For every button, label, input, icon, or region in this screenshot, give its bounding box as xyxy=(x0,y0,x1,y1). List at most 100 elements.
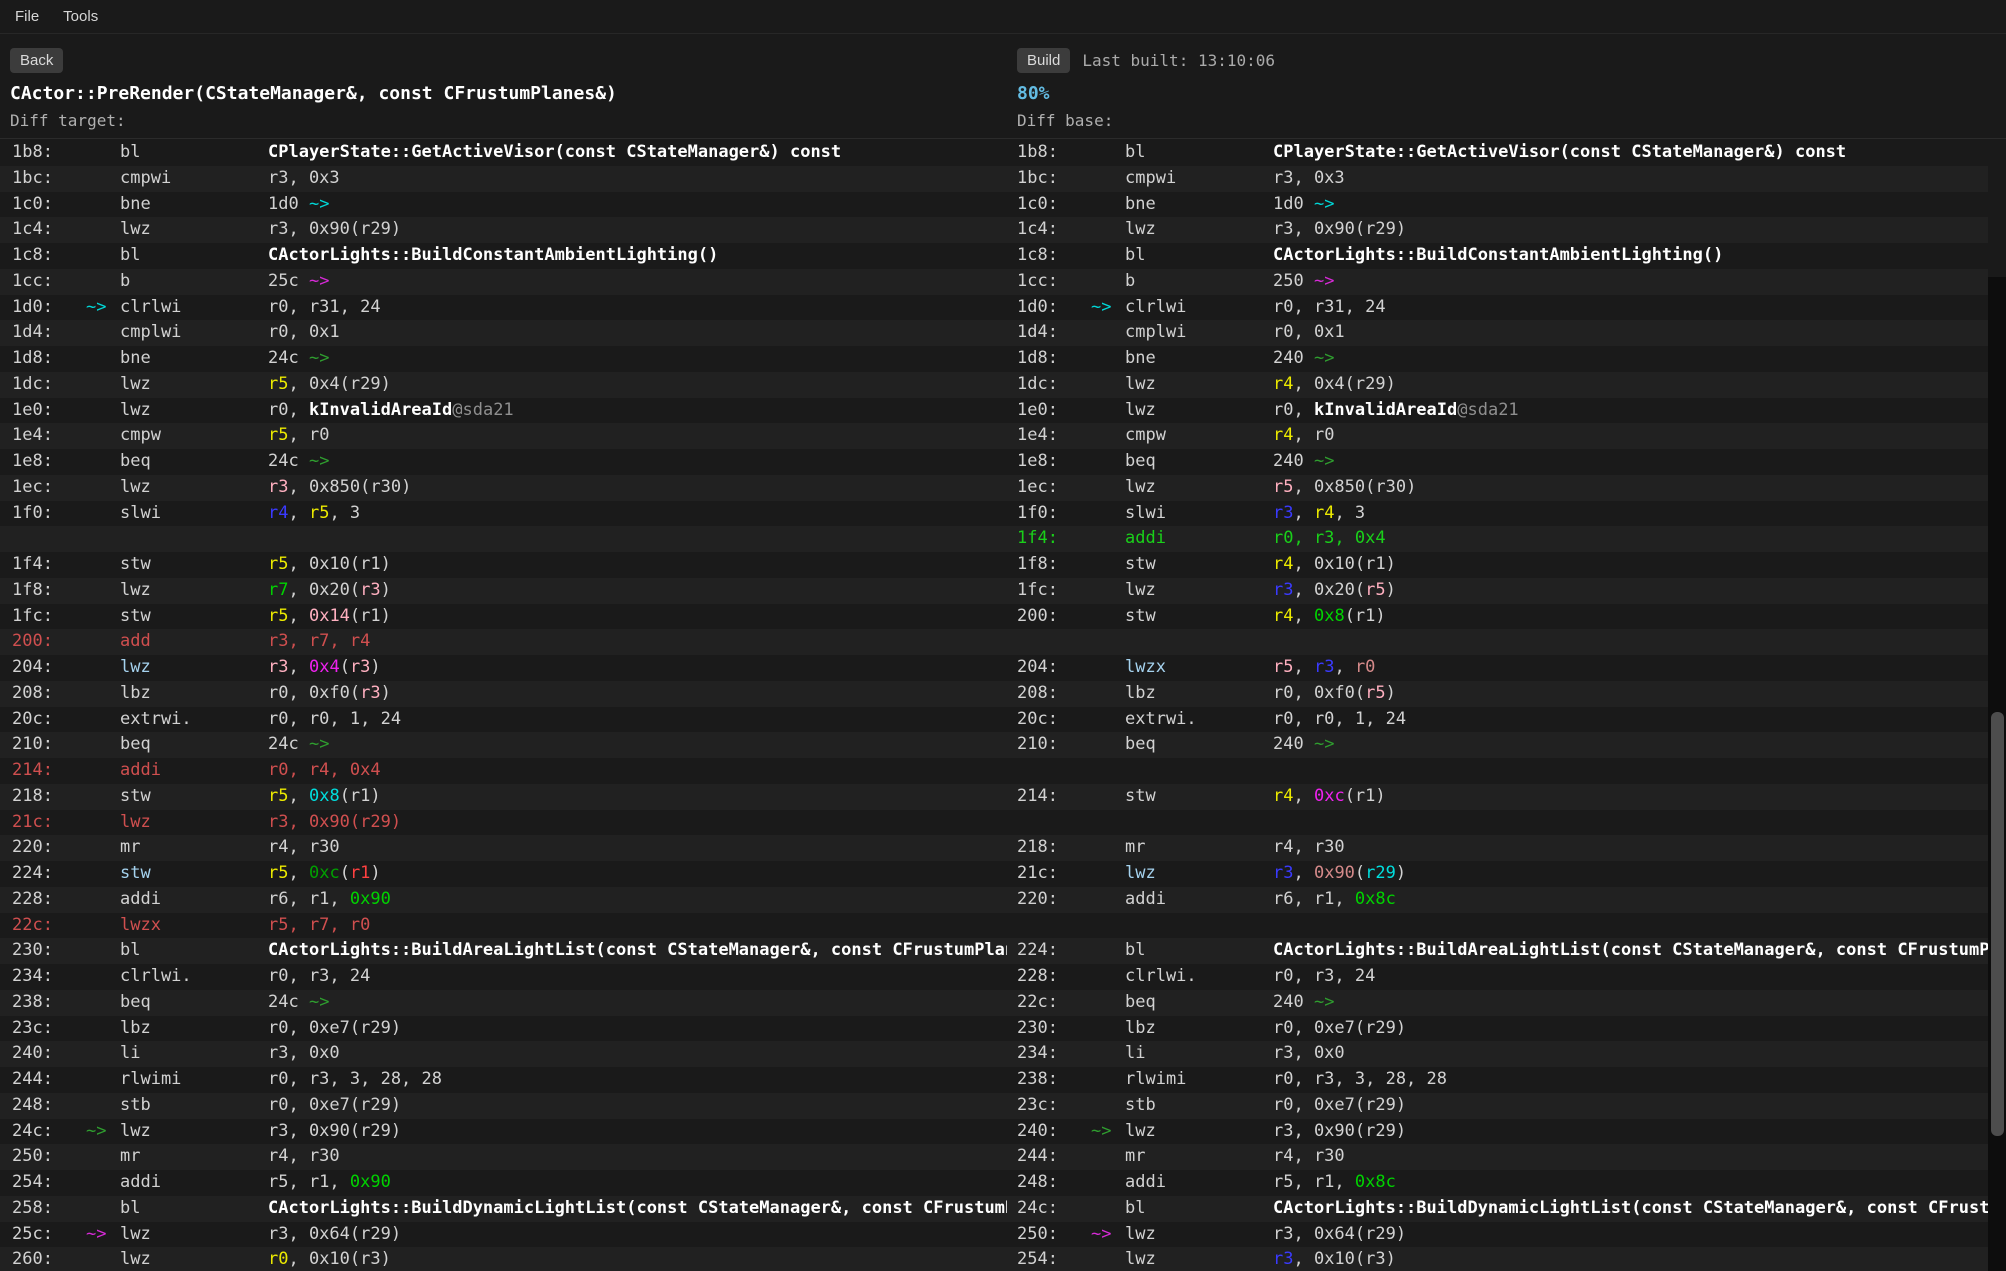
asm-row[interactable]: 240:~>lwzr3, 0x90(r29) xyxy=(1007,1119,1988,1145)
asm-row[interactable]: 1f4:addir0, r3, 0x4 xyxy=(1007,526,1988,552)
asm-row[interactable]: 1b8:blCPlayerState::GetActiveVisor(const… xyxy=(1007,140,1988,166)
asm-address: 204: xyxy=(12,655,86,681)
asm-row[interactable]: 1d4:cmplwir0, 0x1 xyxy=(1007,320,1988,346)
asm-mnemonic: lwz xyxy=(1125,217,1273,243)
asm-row[interactable]: 23c:lbzr0, 0xe7(r29) xyxy=(0,1016,1007,1042)
asm-mnemonic: addi xyxy=(120,1170,268,1196)
asm-row[interactable]: 1d0:~>clrlwir0, r31, 24 xyxy=(1007,295,1988,321)
asm-row[interactable]: 1fc:stwr5, 0x14(r1) xyxy=(0,604,1007,630)
asm-operand: @sda21 xyxy=(452,400,513,420)
asm-row[interactable]: 1e8:beq240 ~> xyxy=(1007,449,1988,475)
asm-row[interactable]: 218:mrr4, r30 xyxy=(1007,835,1988,861)
asm-row[interactable]: 228:addir6, r1, 0x90 xyxy=(0,887,1007,913)
asm-row[interactable]: 1e4:cmpwr5, r0 xyxy=(0,423,1007,449)
asm-row[interactable]: 254:lwzr3, 0x10(r3) xyxy=(1007,1247,1988,1271)
asm-row[interactable]: 210:beq24c ~> xyxy=(0,732,1007,758)
asm-row[interactable]: 1f4:stwr5, 0x10(r1) xyxy=(0,552,1007,578)
asm-row[interactable]: 20c:extrwi.r0, r0, 1, 24 xyxy=(1007,707,1988,733)
asm-row[interactable]: 210:beq240 ~> xyxy=(1007,732,1988,758)
build-button[interactable]: Build xyxy=(1017,48,1070,73)
asm-row[interactable]: 24c:~>lwzr3, 0x90(r29) xyxy=(0,1119,1007,1145)
asm-row[interactable]: 248:addir5, r1, 0x8c xyxy=(1007,1170,1988,1196)
asm-row[interactable]: 22c:lwzxr5, r7, r0 xyxy=(0,913,1007,939)
asm-row[interactable]: 1e0:lwzr0, kInvalidAreaId@sda21 xyxy=(1007,398,1988,424)
asm-row[interactable]: 1c0:bne1d0 ~> xyxy=(0,192,1007,218)
asm-row[interactable]: 200:addr3, r7, r4 xyxy=(0,629,1007,655)
asm-address: 1bc: xyxy=(1017,166,1091,192)
asm-row[interactable]: 1cc:b250 ~> xyxy=(1007,269,1988,295)
asm-row[interactable]: 244:mrr4, r30 xyxy=(1007,1144,1988,1170)
asm-row[interactable]: 208:lbzr0, 0xf0(r5) xyxy=(1007,681,1988,707)
asm-row[interactable]: 23c:stbr0, 0xe7(r29) xyxy=(1007,1093,1988,1119)
asm-address: 20c: xyxy=(1017,707,1091,733)
menu-item-file[interactable]: File xyxy=(6,4,48,29)
asm-row[interactable]: 220:mrr4, r30 xyxy=(0,835,1007,861)
asm-row[interactable]: 1f8:stwr4, 0x10(r1) xyxy=(1007,552,1988,578)
asm-row[interactable]: 1dc:lwzr5, 0x4(r29) xyxy=(0,372,1007,398)
asm-row[interactable]: 1b8:blCPlayerState::GetActiveVisor(const… xyxy=(0,140,1007,166)
asm-row[interactable]: 250:mrr4, r30 xyxy=(0,1144,1007,1170)
vertical-scrollbar[interactable] xyxy=(1988,277,2006,1271)
asm-row[interactable]: 1bc:cmpwir3, 0x3 xyxy=(1007,166,1988,192)
menu-item-tools[interactable]: Tools xyxy=(54,4,107,29)
asm-row[interactable]: 228:clrlwi.r0, r3, 24 xyxy=(1007,964,1988,990)
asm-row[interactable]: 21c:lwzr3, 0x90(r29) xyxy=(0,810,1007,836)
asm-row[interactable]: 1f0:slwir3, r4, 3 xyxy=(1007,501,1988,527)
asm-row[interactable]: 208:lbzr0, 0xf0(r3) xyxy=(0,681,1007,707)
asm-operand: 240 xyxy=(1273,451,1314,471)
asm-row[interactable]: 250:~>lwzr3, 0x64(r29) xyxy=(1007,1222,1988,1248)
asm-row[interactable]: 224:stwr5, 0xc(r1) xyxy=(0,861,1007,887)
asm-row[interactable]: 260:lwzr0, 0x10(r3) xyxy=(0,1247,1007,1271)
asm-row[interactable]: 238:rlwimir0, r3, 3, 28, 28 xyxy=(1007,1067,1988,1093)
asm-row[interactable]: 214:stwr4, 0xc(r1) xyxy=(1007,784,1988,810)
asm-row[interactable]: 258:blCActorLights::BuildDynamicLightLis… xyxy=(0,1196,1007,1222)
asm-row[interactable]: 1f8:lwzr7, 0x20(r3) xyxy=(0,578,1007,604)
asm-row[interactable]: 1d4:cmplwir0, 0x1 xyxy=(0,320,1007,346)
asm-row[interactable]: 230:lbzr0, 0xe7(r29) xyxy=(1007,1016,1988,1042)
asm-row[interactable]: 1c0:bne1d0 ~> xyxy=(1007,192,1988,218)
asm-row[interactable]: 224:blCActorLights::BuildAreaLightList(c… xyxy=(1007,938,1988,964)
asm-row[interactable]: 220:addir6, r1, 0x8c xyxy=(1007,887,1988,913)
asm-row[interactable]: 25c:~>lwzr3, 0x64(r29) xyxy=(0,1222,1007,1248)
asm-row[interactable]: 1bc:cmpwir3, 0x3 xyxy=(0,166,1007,192)
asm-row[interactable]: 1f0:slwir4, r5, 3 xyxy=(0,501,1007,527)
asm-row[interactable]: 1e4:cmpwr4, r0 xyxy=(1007,423,1988,449)
asm-row[interactable]: 1d8:bne24c ~> xyxy=(0,346,1007,372)
asm-row[interactable]: 24c:blCActorLights::BuildDynamicLightLis… xyxy=(1007,1196,1988,1222)
asm-row[interactable]: 20c:extrwi.r0, r0, 1, 24 xyxy=(0,707,1007,733)
asm-row-blank xyxy=(0,526,1007,552)
asm-row[interactable]: 1ec:lwzr3, 0x850(r30) xyxy=(0,475,1007,501)
asm-row[interactable]: 1e8:beq24c ~> xyxy=(0,449,1007,475)
asm-row[interactable]: 1e0:lwzr0, kInvalidAreaId@sda21 xyxy=(0,398,1007,424)
asm-row[interactable]: 1d0:~>clrlwir0, r31, 24 xyxy=(0,295,1007,321)
asm-row[interactable]: 234:clrlwi.r0, r3, 24 xyxy=(0,964,1007,990)
asm-row[interactable]: 1c4:lwzr3, 0x90(r29) xyxy=(1007,217,1988,243)
asm-row[interactable]: 240:lir3, 0x0 xyxy=(0,1041,1007,1067)
asm-row[interactable]: 1c8:blCActorLights::BuildConstantAmbient… xyxy=(0,243,1007,269)
asm-row[interactable]: 1d8:bne240 ~> xyxy=(1007,346,1988,372)
asm-row[interactable]: 22c:beq240 ~> xyxy=(1007,990,1988,1016)
asm-row[interactable]: 214:addir0, r4, 0x4 xyxy=(0,758,1007,784)
asm-row[interactable]: 1c8:blCActorLights::BuildConstantAmbient… xyxy=(1007,243,1988,269)
asm-row[interactable]: 254:addir5, r1, 0x90 xyxy=(0,1170,1007,1196)
asm-row[interactable]: 1fc:lwzr3, 0x20(r5) xyxy=(1007,578,1988,604)
scrollbar-thumb[interactable] xyxy=(1991,712,2004,1136)
asm-row[interactable]: 204:lwzxr5, r3, r0 xyxy=(1007,655,1988,681)
asm-row[interactable]: 1ec:lwzr5, 0x850(r30) xyxy=(1007,475,1988,501)
asm-row[interactable]: 1cc:b25c ~> xyxy=(0,269,1007,295)
asm-row[interactable]: 238:beq24c ~> xyxy=(0,990,1007,1016)
asm-row[interactable]: 204:lwzr3, 0x4(r3) xyxy=(0,655,1007,681)
asm-row[interactable]: 244:rlwimir0, r3, 3, 28, 28 xyxy=(0,1067,1007,1093)
asm-address: 1e4: xyxy=(1017,423,1091,449)
asm-row[interactable]: 1c4:lwzr3, 0x90(r29) xyxy=(0,217,1007,243)
asm-row[interactable]: 230:blCActorLights::BuildAreaLightList(c… xyxy=(0,938,1007,964)
asm-row[interactable]: 21c:lwzr3, 0x90(r29) xyxy=(1007,861,1988,887)
asm-row[interactable]: 248:stbr0, 0xe7(r29) xyxy=(0,1093,1007,1119)
asm-row[interactable]: 1dc:lwzr4, 0x4(r29) xyxy=(1007,372,1988,398)
asm-operand: ( xyxy=(1355,863,1365,883)
asm-row[interactable]: 218:stwr5, 0x8(r1) xyxy=(0,784,1007,810)
asm-row[interactable]: 200:stwr4, 0x8(r1) xyxy=(1007,604,1988,630)
back-button[interactable]: Back xyxy=(10,48,63,73)
asm-operand: r5 xyxy=(309,503,329,523)
asm-row[interactable]: 234:lir3, 0x0 xyxy=(1007,1041,1988,1067)
